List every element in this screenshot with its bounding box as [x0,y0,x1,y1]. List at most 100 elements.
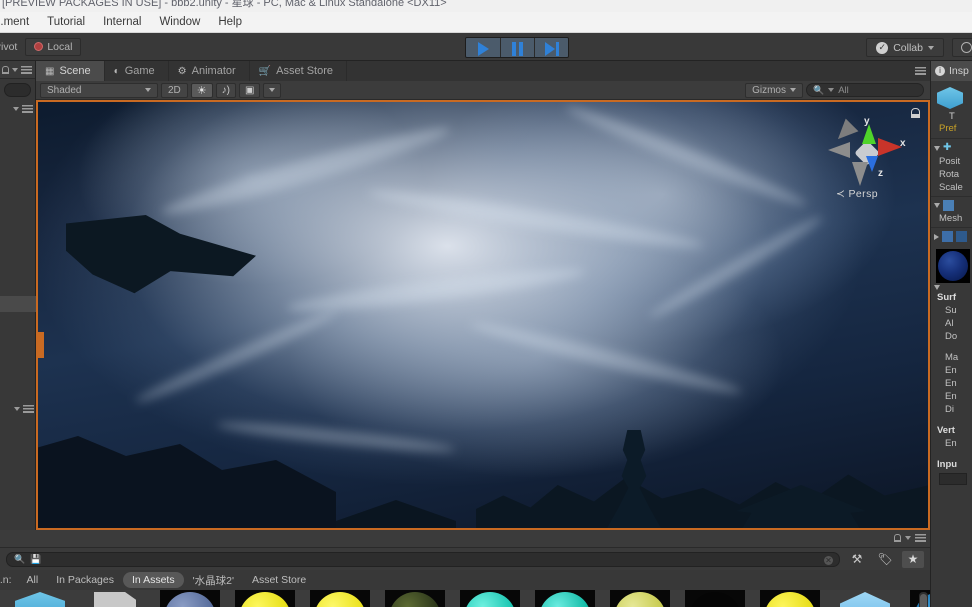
pivot-toggle-button[interactable]: Pivot [0,38,25,56]
scene-viewport[interactable]: y x z ≺ Persp [36,100,930,530]
asset-material-sphere [164,592,216,607]
hierarchy-row-menu-2[interactable] [0,401,36,417]
list-item[interactable] [385,590,445,607]
list-item[interactable] [535,590,595,607]
game-pacman-icon: ◐ [113,65,120,77]
hierarchy-row-menu[interactable] [0,101,35,117]
window-title: [PREVIEW PACKAGES IN USE] - bbb2.unity -… [2,0,447,9]
hamburger-menu-icon[interactable] [21,65,32,74]
pause-button[interactable] [500,38,534,57]
image-effects-button[interactable]: ▣ [239,82,261,98]
hierarchy-search-input[interactable] [4,83,31,97]
scene-panel: ▦ Scene ◐ Game ⚙ Animator 🛒 Asset Store [36,61,930,530]
asset-material-sphere [389,592,441,607]
pivot-label: Pivot [0,40,18,53]
local-global-toggle-button[interactable]: Local [25,37,82,56]
projection-mode-label[interactable]: ≺ Persp [836,188,878,200]
account-button[interactable] [952,38,972,57]
unity-main-toolbar: Pivot Local ✓ Collab [0,33,972,61]
list-item[interactable] [685,590,745,607]
cloud-icon: ✓ [876,41,889,54]
collab-button[interactable]: ✓ Collab [866,38,944,57]
list-item[interactable] [310,590,370,607]
inspector-section-mesh-renderer [931,227,972,245]
mesh-filter-section-header[interactable] [931,200,972,211]
lock-icon[interactable] [894,534,901,542]
star-favorite-icon[interactable]: ★ [902,550,924,568]
project-scrollbar[interactable] [919,592,928,607]
menu-item-component[interactable]: ...ment [0,12,38,32]
panel-menu-icon[interactable] [915,534,926,542]
scene-orientation-gizmo[interactable]: y x z ≺ Persp [822,108,918,208]
gizmos-dropdown[interactable]: Gizmos [745,82,803,98]
tab-inspector[interactable]: i Insp [931,61,972,81]
tab-scene[interactable]: ▦ Scene [36,61,105,81]
orientation-arm-y[interactable] [862,124,876,144]
chevron-down-icon [934,285,940,290]
play-button[interactable] [466,38,500,57]
chevron-down-icon [928,45,934,50]
unity-editor-window: [PREVIEW PACKAGES IN USE] - bbb2.unity -… [0,0,972,607]
clear-x-icon[interactable]: ✕ [824,555,833,565]
tab-animator[interactable]: ⚙ Animator [168,61,250,81]
list-item[interactable] [10,590,70,607]
list-item[interactable] [160,590,220,607]
orientation-arm-neg-y[interactable] [852,162,868,186]
material-group-input-header: Inpu [937,459,958,470]
material-prop: En [945,438,957,449]
menu-item-window[interactable]: Window [150,12,209,32]
orientation-arm-neg-x[interactable] [828,142,850,158]
renderer-icon [942,231,953,242]
menu-item-help[interactable]: Help [209,12,251,32]
inspector-icon: i [935,66,945,76]
scene-search-input[interactable]: 🔍 All [806,83,924,97]
mesh-icon [943,200,954,211]
save-search-icon[interactable]: 💾 [30,554,41,565]
inspector-object-name: T [949,111,955,122]
menu-item-tutorial[interactable]: Tutorial [38,12,94,32]
step-button[interactable] [534,38,568,57]
draw-mode-dropdown[interactable]: Shaded [40,82,158,98]
material-prop: Ma [945,352,959,363]
orientation-arm-x[interactable] [878,138,902,156]
scope-chip-asset-store[interactable]: Asset Store [243,572,315,588]
toggle-lighting-button[interactable]: ☀ [190,82,213,98]
chevron-down-icon [934,145,940,151]
project-header-icons [894,534,926,542]
prefab-cube-icon [937,87,963,109]
list-item[interactable] [460,590,520,607]
scope-chip-all[interactable]: All [18,572,48,588]
material-input-field[interactable] [939,473,967,485]
toggle-2d-button[interactable]: 2D [161,82,188,98]
menu-item-internal[interactable]: Internal [94,12,150,32]
pause-icon [512,41,523,56]
projection-caret-icon: ≺ [836,188,846,200]
lock-icon[interactable] [2,65,9,74]
image-effects-dropdown[interactable] [263,82,282,98]
list-item[interactable] [235,590,295,607]
mesh-renderer-section-header[interactable] [931,231,972,242]
project-search-input[interactable]: 🔍 💾 ✕ [6,551,840,567]
material-prop: Di [945,404,954,415]
scope-chip-search-term[interactable]: '水晶球2' [184,571,243,590]
toggle-audio-button[interactable]: ♪) [215,82,237,98]
list-item[interactable] [835,590,895,607]
list-item[interactable] [610,590,670,607]
handle-rotation-icon [34,42,44,51]
tab-game[interactable]: ◐ Game [104,61,169,81]
tab-asset-store[interactable]: 🛒 Asset Store [249,61,347,81]
scope-chip-in-packages[interactable]: In Packages [47,572,123,588]
label-tag-filter-icon[interactable]: 🏷 [874,551,896,568]
scene-panel-menu-button[interactable] [910,61,930,81]
asset-grid[interactable] [0,590,930,607]
list-item[interactable] [760,590,820,607]
transform-section-header[interactable]: ✚ [931,142,972,154]
scope-chip-in-assets[interactable]: In Assets [122,572,184,588]
lock-icon[interactable] [911,108,920,118]
checkbox-icon[interactable] [956,231,967,242]
asset-material-sphere [689,592,741,607]
asset-type-filter-icon[interactable]: ⚒ [846,551,868,568]
local-label: Local [47,40,73,53]
list-item[interactable] [85,590,145,607]
hierarchy-selected-row[interactable] [0,296,36,312]
